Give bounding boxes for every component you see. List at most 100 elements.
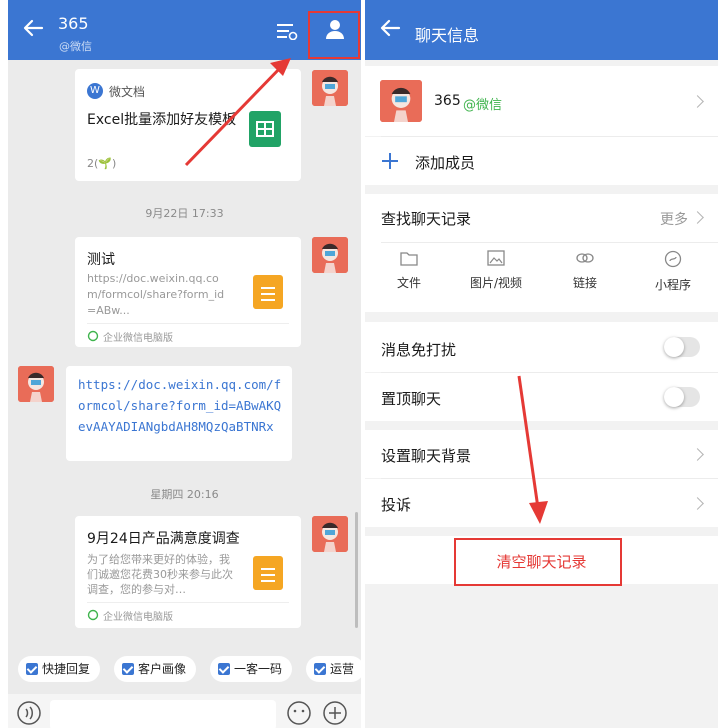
doc-source: 微文档 — [109, 85, 146, 99]
back-arrow-icon[interactable] — [379, 17, 401, 39]
chat-info-header: 聊天信息 — [365, 0, 718, 60]
avatar-image — [312, 70, 348, 106]
chip-label: 快捷回复 — [42, 662, 91, 676]
mute-label: 消息免打扰 — [381, 341, 457, 359]
chat-background-label: 设置聊天背景 — [381, 447, 472, 465]
checkbox-icon — [218, 663, 230, 675]
back-arrow-icon[interactable] — [22, 17, 44, 39]
timestamp: 星期四 20:16 — [150, 488, 219, 501]
mute-notifications-row: 消息免打扰 — [365, 322, 718, 372]
divider — [381, 242, 718, 243]
chip-label: 客户画像 — [138, 662, 187, 676]
category-label: 文件 — [396, 276, 421, 290]
form-file-icon — [253, 556, 283, 590]
contact-avatar — [380, 80, 422, 122]
chat-subtitle: @微信 — [59, 40, 92, 53]
category-label: 图片/视频 — [469, 276, 523, 290]
form-title: 测试 — [87, 252, 115, 268]
excel-file-icon — [249, 111, 281, 147]
chevron-right-icon — [691, 448, 704, 461]
chat-title: 365 — [58, 14, 89, 33]
avatar[interactable] — [312, 237, 348, 273]
chevron-right-icon — [691, 95, 704, 108]
checkbox-icon — [122, 663, 134, 675]
chat-panel: 365 @微信 W 微文档 Excel批量添加好友模板 2(🌱) 9月22日 1… — [8, 0, 361, 728]
contact-name: 365 — [434, 93, 461, 109]
highlight-box-clear-history — [454, 538, 622, 586]
avatar-image — [380, 80, 422, 122]
toggle-knob — [664, 337, 684, 357]
pin-chat-row: 置顶聊天 — [365, 373, 718, 421]
scrollbar[interactable] — [355, 512, 358, 628]
mute-toggle[interactable] — [664, 337, 700, 357]
pin-label: 置顶聊天 — [381, 390, 442, 408]
checkbox-icon — [26, 663, 38, 675]
card-divider — [87, 602, 289, 603]
one-customer-code-chip[interactable]: 一客一码 — [210, 656, 293, 682]
message-card-survey[interactable]: 9月24日产品满意度调查 为了给您带来更好的体验，我们诚邀您花费30秒来参与此次… — [75, 516, 301, 628]
avatar[interactable] — [312, 516, 348, 552]
mini-program-icon — [664, 250, 682, 268]
image-icon — [487, 250, 505, 266]
chat-info-title: 聊天信息 — [415, 26, 480, 45]
category-label: 链接 — [572, 276, 597, 290]
wecom-icon — [87, 609, 99, 621]
message-card-doc[interactable]: W 微文档 Excel批量添加好友模板 2(🌱) — [75, 69, 301, 181]
avatar-image — [18, 366, 54, 402]
form-file-icon — [253, 275, 283, 309]
wecom-icon — [87, 330, 99, 342]
doc-meta: 2(🌱) — [87, 157, 117, 170]
survey-title: 9月24日产品满意度调查 — [87, 531, 240, 547]
chat-background-row[interactable]: 设置聊天背景 — [365, 430, 718, 478]
avatar-image — [312, 237, 348, 273]
chevron-right-icon — [691, 211, 704, 224]
category-links[interactable]: 链接 — [555, 250, 615, 291]
wedoc-icon: W — [87, 83, 103, 99]
avatar[interactable] — [312, 70, 348, 106]
link-text[interactable]: https://doc.weixin.qq.com/formcol/share?… — [78, 374, 282, 437]
search-history-row[interactable]: 查找聊天记录 更多 — [365, 194, 718, 242]
pin-toggle[interactable] — [664, 387, 700, 407]
highlight-box-person — [308, 11, 360, 59]
chat-info-panel: 聊天信息 365 @微信 添加成员 查找聊天记录 更多 文件 图片/视频 链接 … — [365, 0, 718, 728]
report-label: 投诉 — [381, 496, 412, 514]
toggle-knob — [664, 387, 684, 407]
timestamp: 9月22日 17:33 — [145, 207, 224, 220]
menu-settings-icon[interactable] — [276, 22, 298, 40]
chip-label: 运营 — [330, 662, 355, 676]
category-media[interactable]: 图片/视频 — [466, 250, 526, 291]
quick-reply-chip[interactable]: 快捷回复 — [18, 656, 101, 682]
message-bubble-link[interactable]: https://doc.weixin.qq.com/formcol/share?… — [66, 366, 292, 461]
customer-profile-chip[interactable]: 客户画像 — [114, 656, 197, 682]
contact-row[interactable]: 365 @微信 — [365, 66, 718, 136]
contact-tag: @微信 — [463, 98, 503, 113]
chevron-right-icon — [691, 497, 704, 510]
add-member-row[interactable]: 添加成员 — [365, 137, 718, 185]
more-label[interactable]: 更多 — [660, 209, 688, 229]
card-divider — [87, 323, 289, 324]
category-label: 小程序 — [654, 278, 691, 292]
survey-desc: 为了给您带来更好的体验，我们诚邀您花费30秒来参与此次调查，您的参与对… — [87, 553, 233, 596]
category-mini-programs[interactable]: 小程序 — [643, 250, 703, 293]
add-member-label: 添加成员 — [415, 154, 476, 172]
emoji-icon[interactable] — [286, 700, 312, 726]
form-desc: https://doc.weixin.qq.com/formcol/share?… — [87, 272, 225, 317]
plus-icon — [382, 153, 398, 169]
avatar-image — [312, 516, 348, 552]
operations-chip[interactable]: 运营 — [306, 656, 361, 682]
link-icon — [576, 253, 594, 263]
avatar[interactable] — [18, 366, 54, 402]
form-footer: 企业微信电脑版 — [103, 333, 173, 344]
search-history-label: 查找聊天记录 — [381, 210, 472, 228]
plus-icon[interactable] — [322, 700, 348, 726]
message-card-form[interactable]: 测试 https://doc.weixin.qq.com/formcol/sha… — [75, 237, 301, 347]
survey-footer: 企业微信电脑版 — [103, 612, 173, 623]
checkbox-icon — [314, 663, 326, 675]
message-input[interactable] — [50, 700, 276, 728]
chip-label: 一客一码 — [234, 662, 283, 676]
voice-icon[interactable] — [16, 700, 42, 726]
doc-title: Excel批量添加好友模板 — [87, 112, 237, 128]
folder-icon — [400, 252, 418, 266]
category-files[interactable]: 文件 — [379, 250, 439, 291]
report-row[interactable]: 投诉 — [365, 479, 718, 527]
